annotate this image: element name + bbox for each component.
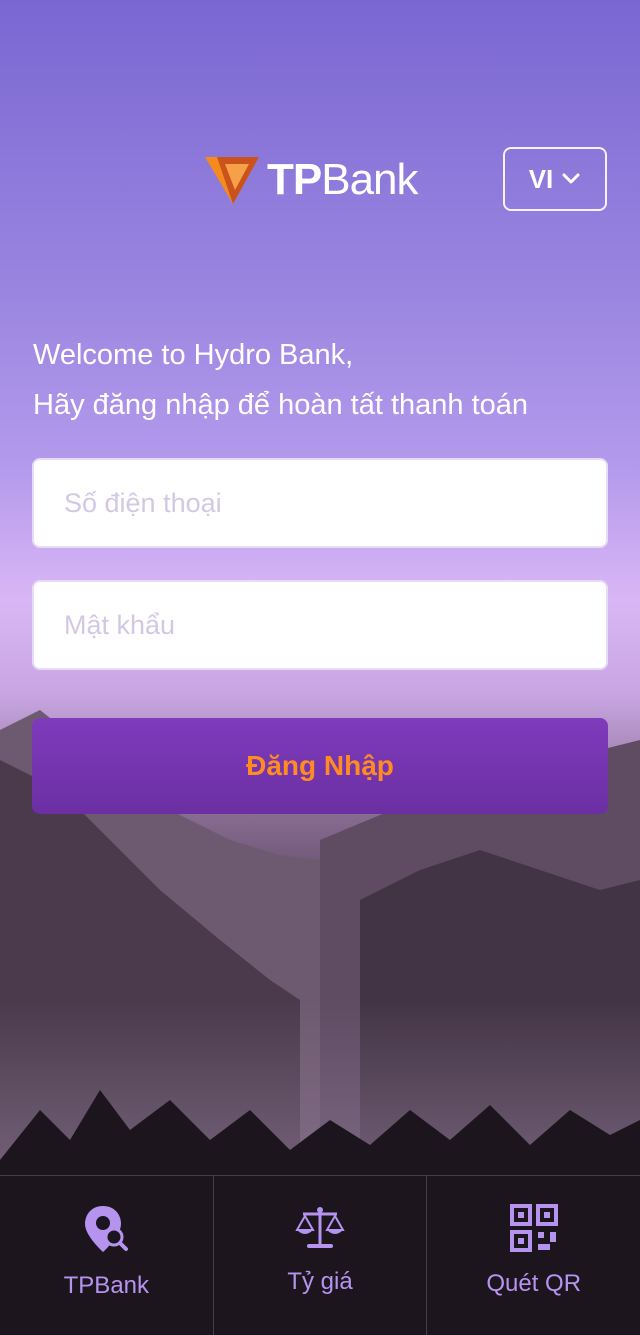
tpbank-logo: TPBank: [203, 152, 419, 208]
language-selector[interactable]: VI: [503, 147, 607, 211]
nav-item-scan-qr[interactable]: Quét QR: [427, 1176, 640, 1335]
chevron-down-icon: [562, 173, 580, 184]
welcome-line-1: Welcome to Hydro Bank,: [33, 339, 354, 371]
password-input[interactable]: Mật khẩu: [32, 580, 608, 670]
language-label: VI: [528, 163, 554, 194]
welcome-line-2: Hãy đăng nhập để hoàn tất thanh toán: [33, 389, 529, 421]
brand-name: TPBank: [267, 155, 419, 204]
login-button[interactable]: Đăng Nhập: [32, 718, 608, 814]
nav-label-tpbank: TPBank: [63, 1272, 150, 1299]
qr-code-icon: [509, 1204, 558, 1252]
login-button-label: Đăng Nhập: [246, 750, 394, 781]
scale-icon: [295, 1207, 345, 1248]
password-placeholder: Mật khẩu: [64, 609, 176, 640]
nav-label-scan-qr: Quét QR: [486, 1270, 582, 1297]
bottom-nav: TPBank Tỷ giá Quét QR: [0, 1175, 640, 1335]
phone-input[interactable]: Số điện thoại: [32, 458, 608, 548]
nav-item-exchange-rate[interactable]: Tỷ giá: [214, 1176, 428, 1335]
nav-label-exchange-rate: Tỷ giá: [287, 1268, 353, 1295]
nav-item-tpbank[interactable]: TPBank: [0, 1176, 214, 1335]
phone-placeholder: Số điện thoại: [64, 487, 222, 518]
welcome-message: Welcome to Hydro Bank, Hãy đăng nhập để …: [33, 330, 528, 430]
tpbank-logo-icon: [205, 157, 259, 204]
location-search-icon: [85, 1206, 129, 1252]
